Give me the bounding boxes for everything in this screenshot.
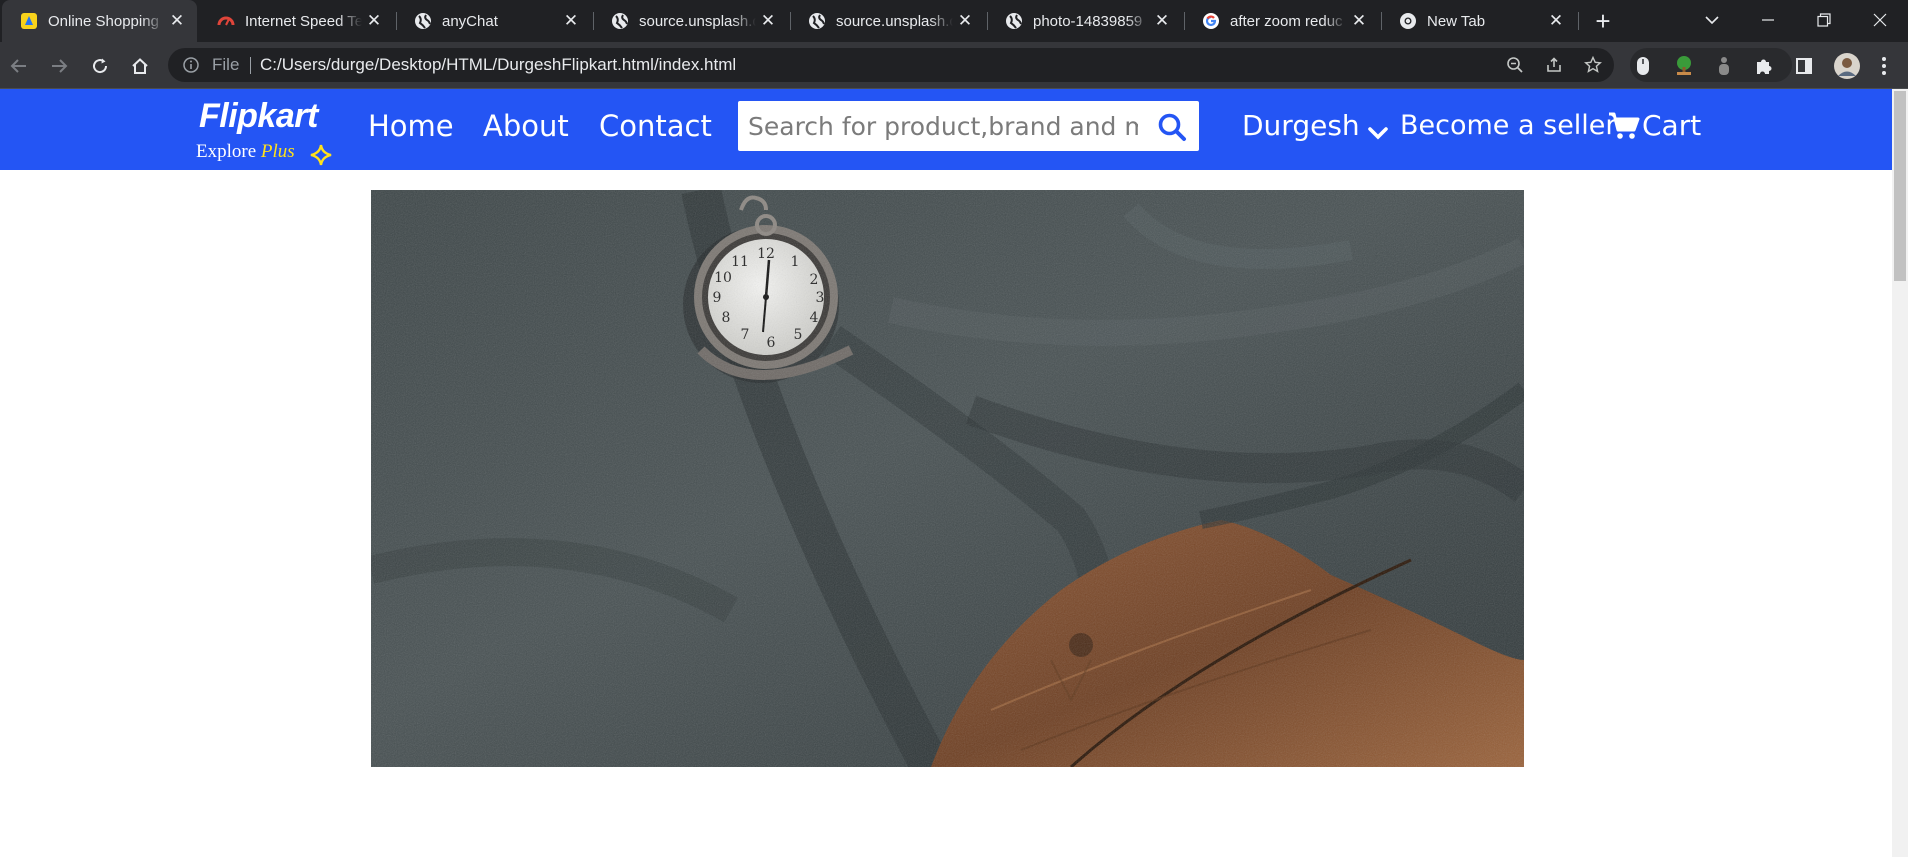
search-input[interactable] bbox=[738, 101, 1138, 151]
browser-tab-online-shopping[interactable]: Online Shopping ✕ bbox=[2, 0, 197, 42]
user-name-label: Durgesh bbox=[1242, 109, 1360, 142]
close-tab-icon[interactable]: ✕ bbox=[362, 9, 386, 33]
scrollbar-thumb[interactable] bbox=[1894, 91, 1906, 281]
logo-tagline-plus: Plus bbox=[260, 141, 295, 162]
browser-toolbar: File C:/Users/durge/Desktop/HTML/Durgesh… bbox=[0, 42, 1908, 89]
close-tab-icon[interactable]: ✕ bbox=[1347, 9, 1371, 33]
browser-menu-icon[interactable] bbox=[1868, 50, 1900, 82]
tab-search-icon[interactable] bbox=[1684, 0, 1740, 40]
web-page: Flipkart Explore Plus Home About Contact… bbox=[0, 89, 1892, 857]
nav-home-link[interactable]: Home bbox=[368, 109, 454, 143]
logo-tagline-prefix: Explore bbox=[196, 141, 261, 162]
reload-icon[interactable] bbox=[84, 50, 116, 82]
hero-illustration: 12 1 2 3 4 5 6 7 8 9 10 11 bbox=[371, 190, 1524, 767]
speedometer-icon bbox=[217, 12, 235, 30]
tab-title: source.unsplash.c bbox=[639, 12, 756, 30]
tab-divider bbox=[1578, 12, 1579, 30]
cart-label: Cart bbox=[1642, 109, 1702, 142]
forward-arrow-icon[interactable] bbox=[43, 50, 75, 82]
browser-tab-speed-test[interactable]: Internet Speed Te ✕ bbox=[199, 0, 394, 42]
tab-title: Online Shopping bbox=[48, 12, 159, 30]
restore-window-icon[interactable] bbox=[1796, 0, 1852, 40]
browser-tab-new-tab[interactable]: New Tab ✕ bbox=[1381, 0, 1576, 42]
address-scheme-label: File bbox=[212, 55, 240, 74]
tab-title: New Tab bbox=[1427, 12, 1486, 30]
logo-tagline: Explore Plus bbox=[196, 141, 295, 163]
close-tab-icon[interactable]: ✕ bbox=[559, 9, 583, 33]
nav-about-link[interactable]: About bbox=[483, 109, 569, 143]
back-arrow-icon[interactable] bbox=[3, 50, 35, 82]
flipkart-favicon-icon bbox=[20, 12, 38, 30]
user-account-menu[interactable]: Durgesh bbox=[1242, 109, 1388, 142]
globe-icon bbox=[808, 12, 826, 30]
close-tab-icon[interactable]: ✕ bbox=[756, 9, 780, 33]
site-info-icon[interactable] bbox=[182, 56, 200, 74]
google-icon bbox=[1202, 12, 1220, 30]
globe-icon bbox=[611, 12, 629, 30]
browser-tab-anychat[interactable]: anyChat ✕ bbox=[396, 0, 591, 42]
nav-contact-link[interactable]: Contact bbox=[599, 109, 712, 143]
cart-link[interactable]: Cart bbox=[1608, 109, 1701, 142]
minimize-window-icon[interactable] bbox=[1740, 0, 1796, 40]
browser-tab-unsplash-2[interactable]: source.unsplash.c ✕ bbox=[790, 0, 985, 42]
close-window-icon[interactable] bbox=[1852, 0, 1908, 40]
tab-title: anyChat bbox=[442, 12, 498, 30]
browser-tab-strip: Online Shopping ✕ Internet Speed Te ✕ an… bbox=[0, 0, 1908, 42]
privacy-extension-icon[interactable] bbox=[1708, 50, 1740, 82]
logo-wordmark: Flipkart bbox=[199, 97, 318, 135]
tree-extension-icon[interactable] bbox=[1668, 50, 1700, 82]
globe-icon bbox=[1005, 12, 1023, 30]
new-tab-button[interactable]: + bbox=[1588, 6, 1618, 36]
tab-title: source.unsplash.c bbox=[836, 12, 953, 30]
close-tab-icon[interactable]: ✕ bbox=[953, 9, 977, 33]
plus-star-icon bbox=[309, 143, 333, 167]
browser-tab-unsplash-1[interactable]: source.unsplash.c ✕ bbox=[593, 0, 788, 42]
close-tab-icon[interactable]: ✕ bbox=[1150, 9, 1174, 33]
search-bar bbox=[738, 101, 1199, 151]
profile-avatar-icon[interactable] bbox=[1831, 50, 1863, 82]
share-icon[interactable] bbox=[1544, 55, 1564, 75]
address-divider bbox=[250, 57, 251, 74]
become-seller-link[interactable]: Become a seller bbox=[1400, 110, 1617, 141]
zoom-out-icon[interactable] bbox=[1505, 55, 1525, 75]
close-tab-icon[interactable]: ✕ bbox=[1544, 9, 1568, 33]
site-navbar: Flipkart Explore Plus Home About Contact… bbox=[0, 89, 1892, 170]
extensions-puzzle-icon[interactable] bbox=[1748, 50, 1780, 82]
search-icon[interactable] bbox=[1156, 111, 1188, 143]
hero-banner-image[interactable]: 12 1 2 3 4 5 6 7 8 9 10 11 bbox=[371, 190, 1524, 767]
address-bar[interactable]: File C:/Users/durge/Desktop/HTML/Durgesh… bbox=[168, 48, 1614, 82]
home-icon[interactable] bbox=[124, 50, 156, 82]
side-panel-icon[interactable] bbox=[1788, 50, 1820, 82]
tab-title: photo-14839859 bbox=[1033, 12, 1143, 30]
site-logo[interactable]: Flipkart Explore Plus bbox=[196, 97, 336, 166]
browser-tab-photo[interactable]: photo-14839859 ✕ bbox=[987, 0, 1182, 42]
shopping-cart-icon bbox=[1608, 111, 1640, 141]
mouse-extension-icon[interactable] bbox=[1627, 50, 1659, 82]
browser-tab-google-search[interactable]: after zoom reduc ✕ bbox=[1184, 0, 1379, 42]
chrome-icon bbox=[1399, 12, 1417, 30]
tab-title: after zoom reduc bbox=[1230, 12, 1343, 30]
chevron-down-icon bbox=[1367, 117, 1388, 140]
globe-icon bbox=[414, 12, 432, 30]
address-url[interactable]: C:/Users/durge/Desktop/HTML/DurgeshFlipk… bbox=[260, 55, 736, 75]
tab-title: Internet Speed Te bbox=[245, 12, 362, 30]
close-tab-icon[interactable]: ✕ bbox=[165, 9, 189, 33]
bookmark-star-icon[interactable] bbox=[1583, 55, 1603, 75]
